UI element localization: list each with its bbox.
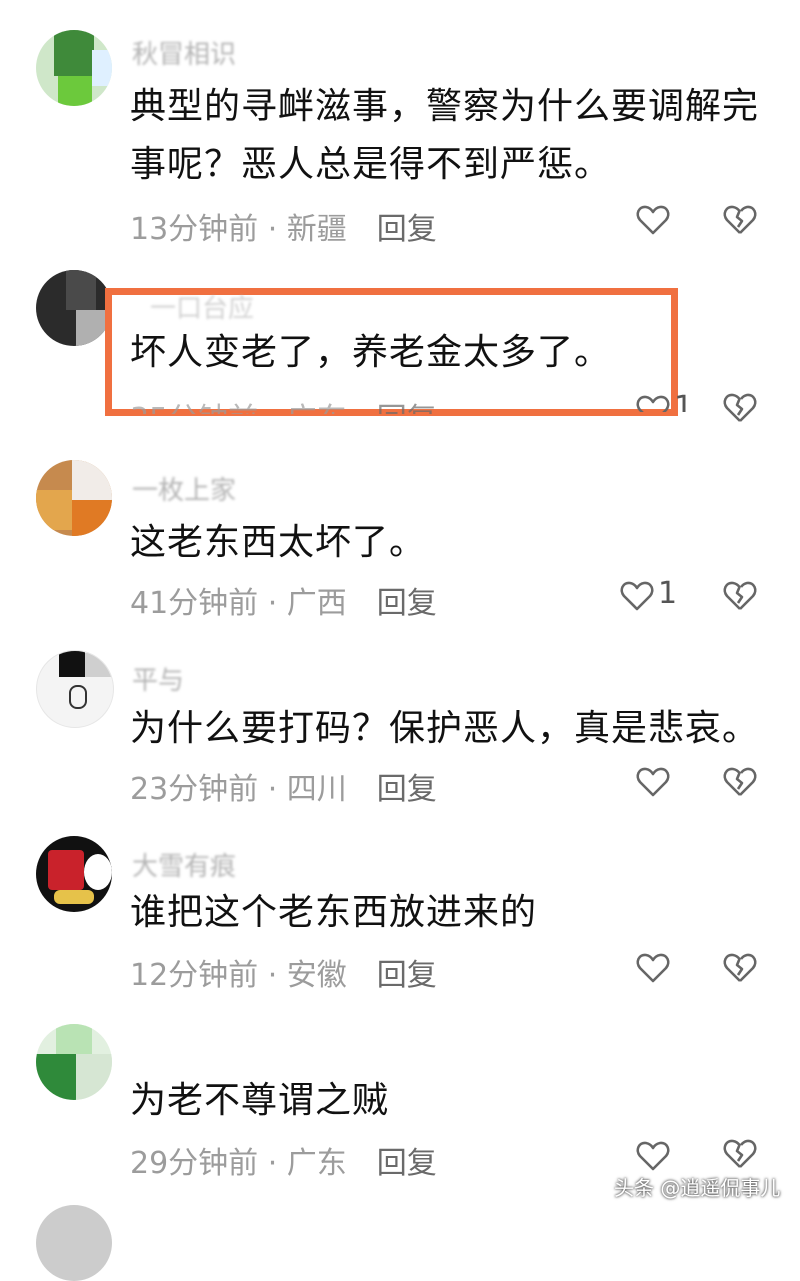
avatar[interactable] [36,650,114,728]
comment-text: 这老东西太坏了。 [130,522,427,563]
comment-text: 坏人变老了，养老金太多了。 [130,332,612,373]
avatar[interactable] [36,460,112,536]
like-button[interactable] [636,764,716,804]
broken-heart-icon [723,393,757,422]
like-button[interactable]: 1 [636,392,716,412]
reply-button[interactable]: 回复 [377,586,437,621]
timestamp: 12分钟前 [130,958,259,993]
avatar[interactable] [36,836,112,912]
username[interactable]: 秋冒相识 [132,34,236,71]
separator: · [258,212,287,247]
like-button[interactable] [636,950,716,990]
reply-button[interactable]: 回复 [377,402,437,414]
dislike-button[interactable] [722,392,762,432]
location: 安徽 [286,958,347,993]
heart-icon [620,581,654,611]
timestamp: 29分钟前 [130,1146,259,1181]
comment-meta: 23分钟前 · 四川 回复 [130,764,437,808]
like-count: 1 [674,392,694,412]
timestamp: 23分钟前 [130,772,259,807]
broken-heart-icon [723,953,757,982]
comment-text: 谁把这个老东西放进来的 [130,892,538,933]
location: 广东 [286,1146,347,1181]
like-button[interactable]: 1 [620,576,700,618]
reply-button[interactable]: 回复 [377,772,437,807]
heart-icon [636,767,670,797]
watermark: 头条 @逍遥侃事儿 [614,1176,781,1200]
broken-heart-icon [723,205,757,234]
location: 四川 [286,772,347,807]
avatar[interactable] [36,270,112,346]
timestamp: 35分钟前 [130,402,258,414]
comment-meta: 12分钟前 · 安徽 回复 [130,950,437,994]
comment-meta: 41分钟前 · 广西 回复 [130,578,437,622]
avatar[interactable] [36,1024,112,1100]
comment-meta: 13分钟前 · 新疆 回复 [130,204,437,248]
separator: · [258,586,287,621]
like-count: 1 [658,576,678,611]
comment-text: 为什么要打码？保护恶人，真是悲哀。 [130,708,760,749]
heart-icon [636,395,670,412]
username[interactable]: 一口台应 [150,288,254,325]
timestamp: 41分钟前 [130,586,259,621]
heart-icon [636,1141,670,1171]
reply-button[interactable]: 回复 [377,212,437,247]
comment-text: 为老不尊谓之贼 [130,1080,390,1121]
location: 新疆 [286,212,347,247]
heart-icon [636,205,670,235]
timestamp: 13分钟前 [130,212,259,247]
separator: · [258,1146,287,1181]
comment-meta: 29分钟前 · 广东 回复 [130,1138,437,1182]
broken-heart-icon [723,1139,757,1168]
comment-text: 典型的寻衅滋事，警察为什么要调解完事呢？恶人总是得不到严惩。 [130,86,760,185]
separator: · [258,402,287,414]
username[interactable]: 一枚上家 [132,470,236,507]
dislike-button[interactable] [722,204,762,244]
avatar[interactable] [36,30,112,106]
broken-heart-icon [723,767,757,796]
comment-meta: 35分钟前 · 广东 回复 [130,394,437,414]
username[interactable]: 平与 [132,660,184,697]
reply-button[interactable]: 回复 [377,958,437,993]
location: 广东 [287,402,347,414]
separator: · [258,772,287,807]
dislike-button[interactable] [722,580,762,620]
dislike-button[interactable] [722,766,762,806]
separator: · [258,958,287,993]
avatar[interactable] [36,1205,112,1281]
like-button[interactable] [636,202,716,242]
location: 广西 [286,586,347,621]
reply-button[interactable]: 回复 [377,1146,437,1181]
broken-heart-icon [723,581,757,610]
dislike-button[interactable] [722,952,762,992]
username[interactable]: 大雪有痕 [132,846,236,883]
heart-icon [636,953,670,983]
